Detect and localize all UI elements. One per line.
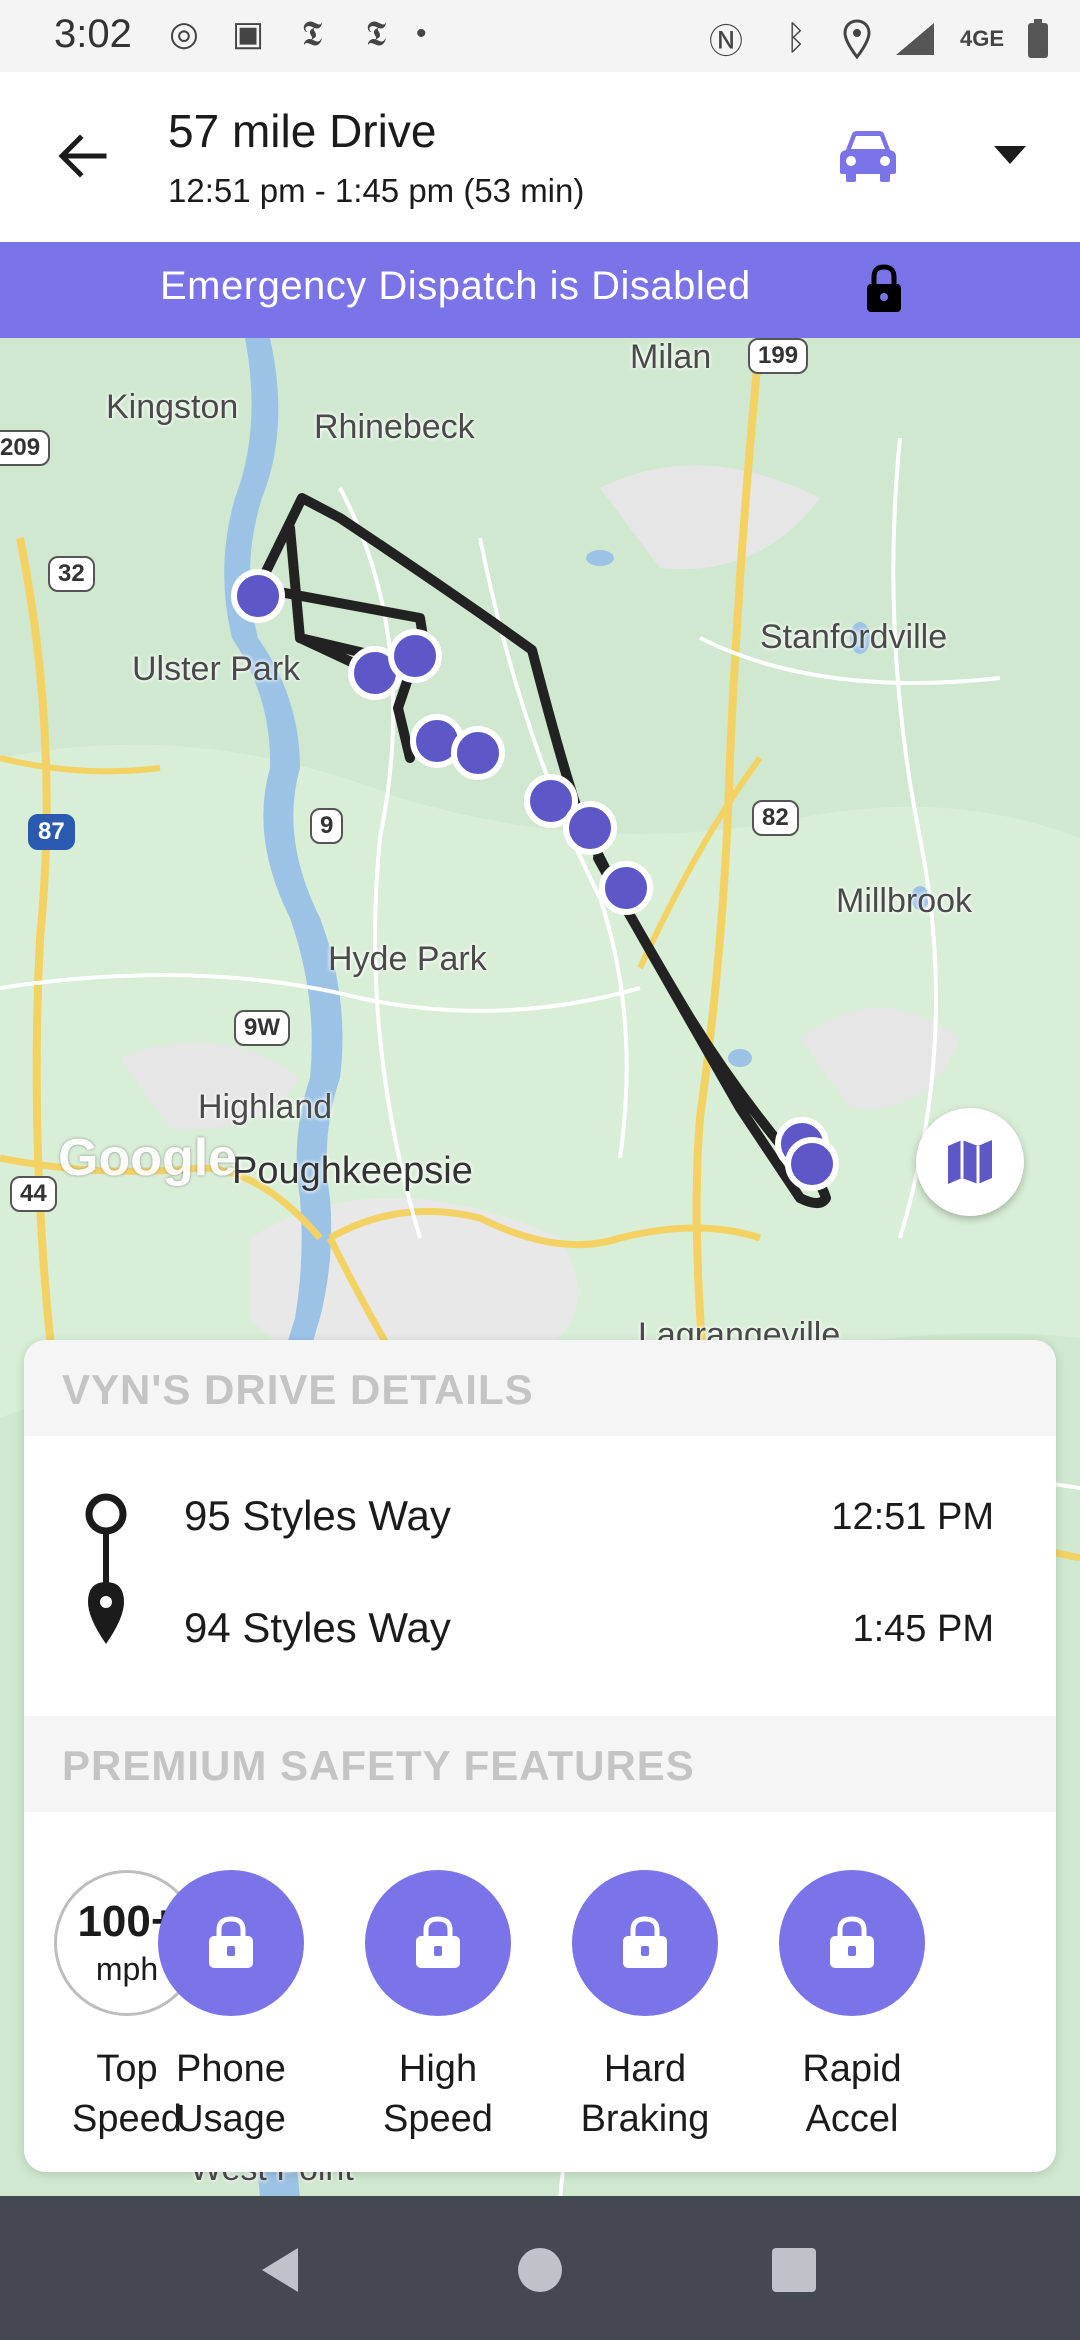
- start-address: 95 Styles Way: [184, 1492, 451, 1539]
- feature-phone-usage[interactable]: Phone Usage: [156, 1870, 306, 2144]
- car-icon[interactable]: [836, 128, 900, 184]
- nyt-icon: 𝕿: [301, 14, 323, 54]
- map-label-highland: Highland: [198, 1088, 333, 1126]
- phone-usage-locked: [158, 1870, 304, 2016]
- map-label-stanfordville: Stanfordville: [760, 618, 948, 656]
- feature-label: Phone Usage: [176, 2048, 286, 2140]
- google-logo: Google: [58, 1129, 238, 1187]
- map-label-hyde-park: Hyde Park: [328, 940, 487, 978]
- drive-details-title: VYN'S DRIVE DETAILS: [62, 1366, 534, 1413]
- map-type-button[interactable]: [916, 1108, 1024, 1216]
- drive-time-range: 12:51 pm - 1:45 pm (53 min): [168, 172, 585, 209]
- drive-details-header: VYN'S DRIVE DETAILS: [24, 1340, 1056, 1436]
- system-nav-bar: [0, 2196, 1080, 2340]
- news-icon: ▣: [231, 15, 265, 53]
- nfc-icon: Ⓝ: [708, 23, 743, 61]
- feature-label: Rapid Accel: [802, 2048, 902, 2140]
- nav-recents-icon[interactable]: [764, 2240, 824, 2300]
- lock-icon: [867, 264, 901, 312]
- feature-rapid-accel[interactable]: Rapid Accel: [777, 1870, 927, 2144]
- status-bar: 3:02 ◎ ▣ 𝕿 𝕿 • Ⓝ ᛒ 4GE: [0, 0, 1080, 72]
- end-time: 1:45 PM: [852, 1608, 994, 1650]
- end-address: 94 Styles Way: [184, 1604, 451, 1651]
- bluetooth-icon: ᛒ: [785, 19, 807, 57]
- emergency-dispatch-banner[interactable]: Emergency Dispatch is Disabled: [0, 242, 1080, 338]
- banner-text: Emergency Dispatch is Disabled: [160, 264, 751, 308]
- safety-features-title: PREMIUM SAFETY FEATURES: [62, 1742, 695, 1789]
- feature-hard-braking[interactable]: Hard Braking: [570, 1870, 720, 2144]
- map-label-rhinebeck: Rhinebeck: [314, 408, 475, 446]
- route-shield-9w: 9W: [234, 1010, 290, 1046]
- route-shield-87: 87: [28, 814, 75, 850]
- back-arrow-icon[interactable]: [52, 124, 116, 188]
- drive-title: 57 mile Drive: [168, 105, 437, 157]
- system-icons: Ⓝ ᛒ 4GE: [702, 14, 1050, 63]
- lock-icon: [209, 1916, 253, 1968]
- map-label-milan: Milan: [630, 338, 712, 376]
- map-label-ulster-park: Ulster Park: [132, 650, 301, 688]
- battery-icon: [1028, 18, 1048, 58]
- location-icon: [843, 18, 871, 59]
- chevron-down-icon[interactable]: [990, 142, 1030, 166]
- map-label-kingston: Kingston: [106, 388, 239, 426]
- network-label: 4GE: [959, 25, 1004, 51]
- lock-icon: [830, 1916, 874, 1968]
- podcast-icon: ◎: [169, 15, 199, 53]
- nav-home-icon[interactable]: [510, 2240, 570, 2300]
- map-label-millbrook: Millbrook: [836, 882, 973, 920]
- map-label-poughkeepsie: Poughkeepsie: [232, 1150, 473, 1192]
- status-time: 3:02: [54, 12, 132, 56]
- drive-details-card: VYN'S DRIVE DETAILS 95 Styles Way 12:51 …: [24, 1340, 1056, 2172]
- route-endpoints-icon: [85, 1493, 127, 1644]
- feature-label: Hard Braking: [580, 2048, 710, 2140]
- route-shield-9: 9: [310, 808, 344, 844]
- safety-features-header: PREMIUM SAFETY FEATURES: [24, 1716, 1056, 1812]
- feature-high-speed[interactable]: High Speed: [363, 1870, 513, 2144]
- notification-icons: ◎ ▣ 𝕿 𝕿 •: [160, 14, 427, 54]
- feature-label: High Speed: [383, 2048, 493, 2140]
- nav-back-icon[interactable]: [252, 2240, 312, 2300]
- start-time: 12:51 PM: [831, 1496, 994, 1538]
- nyt-icon: 𝕿: [365, 14, 387, 54]
- signal-icon: [895, 22, 934, 55]
- route-shield-209: 209: [0, 430, 51, 466]
- lock-icon: [623, 1916, 667, 1968]
- route-shield-32: 32: [48, 556, 95, 592]
- route-shield-82: 82: [752, 800, 799, 836]
- map-icon: [948, 1140, 992, 1184]
- lock-icon: [416, 1916, 460, 1968]
- app-header: 57 mile Drive 12:51 pm - 1:45 pm (53 min…: [0, 72, 1080, 242]
- route-shield-199: 199: [748, 338, 809, 374]
- route-shield-44: 44: [10, 1176, 57, 1212]
- rapid-accel-locked: [779, 1870, 925, 2016]
- high-speed-locked: [365, 1870, 511, 2016]
- dot-icon: •: [416, 17, 427, 50]
- hard-braking-locked: [572, 1870, 718, 2016]
